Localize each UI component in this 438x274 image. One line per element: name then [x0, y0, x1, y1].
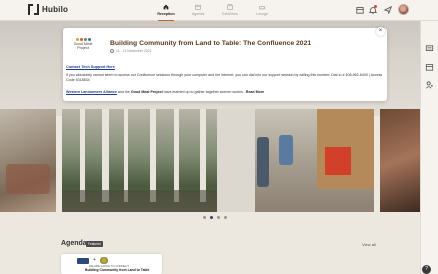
good-meat-project-link[interactable]: Good Meat Project: [131, 90, 163, 94]
good-meat-project-logo: Good Meat Project: [69, 38, 97, 58]
carousel-dot[interactable]: [203, 216, 206, 219]
carousel-slide-next[interactable]: [380, 109, 420, 212]
lounge-icon: [259, 6, 265, 10]
carousel-slide-prev[interactable]: [0, 109, 56, 212]
user-avatar[interactable]: [398, 4, 409, 15]
calendar-icon[interactable]: [356, 6, 364, 14]
calendar-icon[interactable]: [425, 63, 434, 71]
calendar-icon: [195, 4, 201, 10]
featured-badge: Featured: [86, 241, 103, 247]
event-date: 11 - 13 November 2021: [116, 49, 152, 53]
carousel-dot-active[interactable]: [210, 216, 213, 219]
tech-support-link[interactable]: Contact Tech Support Here: [66, 65, 115, 69]
people-icon[interactable]: [425, 81, 434, 89]
brand-name: Hubilo: [42, 5, 69, 14]
read-more-link[interactable]: Read More: [246, 90, 264, 94]
clock-icon: [110, 49, 114, 53]
footer-text: have teamed up to gather together women …: [162, 90, 246, 94]
main-nav: Reception Agenda Exhibitors Lounge: [150, 2, 278, 21]
carousel-slide-active[interactable]: [62, 109, 217, 212]
announcement-footer: Western Landowners Alliance and the Good…: [66, 90, 264, 94]
hubilo-logo-icon: [28, 4, 39, 15]
tab-label: Lounge: [256, 12, 268, 16]
carousel-slide-active-right[interactable]: [217, 109, 374, 212]
logo-text: Good Meat Project: [73, 42, 93, 51]
carousel-dot[interactable]: [224, 216, 227, 219]
carousel-dot[interactable]: [217, 216, 220, 219]
announcement-body: If you absolutely cannot seem to access …: [66, 73, 383, 83]
tab-label: Reception: [157, 12, 175, 16]
right-sidebar: [420, 21, 438, 274]
announcement-card: Good Meat Project Building Community fro…: [63, 28, 387, 101]
landowners-logo: [77, 258, 89, 264]
chat-icon[interactable]: [425, 45, 434, 53]
western-landowners-link[interactable]: Western Landowners Alliance: [66, 90, 117, 94]
help-button[interactable]: ?: [422, 265, 431, 274]
home-icon: [163, 4, 169, 10]
tab-label: Exhibitors: [222, 12, 238, 16]
plus-icon: +: [93, 257, 96, 263]
good-meat-logo: [99, 257, 109, 264]
send-icon[interactable]: [384, 6, 392, 14]
tab-agenda[interactable]: Agenda: [182, 2, 214, 21]
tab-lounge[interactable]: Lounge: [246, 2, 278, 21]
agenda-card-title: Building Community from Land to Table: [85, 268, 150, 272]
tab-reception[interactable]: Reception: [150, 2, 182, 21]
event-title: Building Community from Land to Table: T…: [110, 40, 312, 47]
store-icon: [227, 4, 233, 10]
agenda-card[interactable]: + WE ARE GOING TO CONNECT Building Commu…: [61, 254, 162, 274]
tab-exhibitors[interactable]: Exhibitors: [214, 2, 246, 21]
tab-label: Agenda: [191, 12, 205, 16]
notification-badge: [374, 5, 377, 8]
agenda-heading: Agenda: [61, 240, 87, 247]
close-button[interactable]: ×: [376, 27, 385, 36]
carousel-indicators: [203, 216, 227, 219]
top-bar: Hubilo Reception Agenda Exhibitors Loung…: [0, 0, 438, 21]
footer-and: and the: [116, 90, 131, 94]
view-all-link[interactable]: View all: [362, 242, 376, 247]
